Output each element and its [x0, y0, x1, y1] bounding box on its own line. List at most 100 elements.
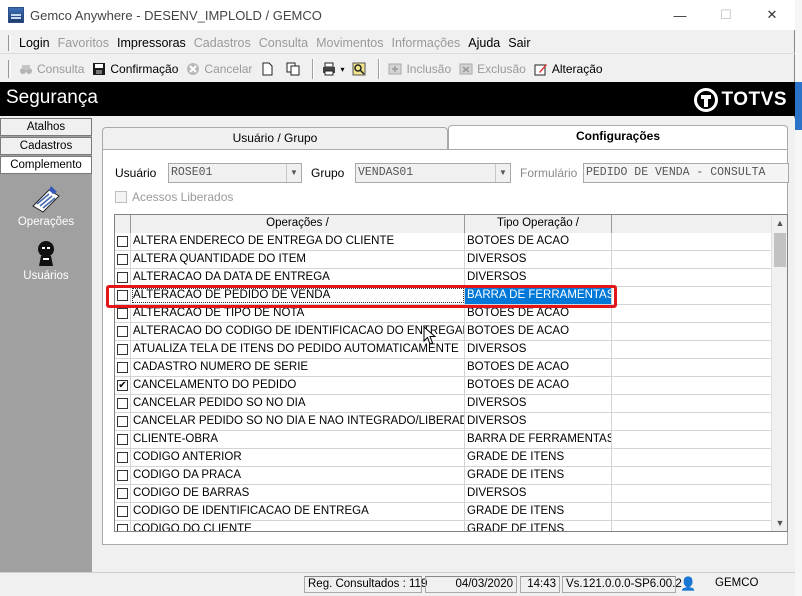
- menu-informacoes[interactable]: Informações: [388, 36, 465, 50]
- cell-tipo-operacao[interactable]: BOTOES DE ACAO: [465, 323, 612, 340]
- row-checkbox[interactable]: [117, 470, 128, 481]
- header-operacoes[interactable]: Operações /: [131, 215, 465, 233]
- cell-operacao[interactable]: ALTERA QUANTIDADE DO ITEM: [131, 251, 465, 268]
- chevron-down-icon[interactable]: ▼: [495, 164, 510, 182]
- table-row[interactable]: CODIGO DO CLIENTE GRADE DE ITENS: [115, 521, 773, 531]
- cell-operacao[interactable]: ALTERACAO DA DATA DE ENTREGA: [131, 269, 465, 286]
- row-checkbox[interactable]: [117, 524, 128, 531]
- sidebar-tab-complemento[interactable]: Complemento: [0, 156, 92, 174]
- cell-operacao[interactable]: CODIGO DE BARRAS: [131, 485, 465, 502]
- row-checkbox[interactable]: [117, 254, 128, 265]
- cancelar-button[interactable]: Cancelar: [182, 58, 256, 80]
- menu-favoritos[interactable]: Favoritos: [54, 36, 113, 50]
- table-row[interactable]: CODIGO DE IDENTIFICACAO DE ENTREGA GRADE …: [115, 503, 773, 521]
- cell-tipo-operacao[interactable]: BARRA DE FERRAMENTAS: [465, 431, 612, 448]
- cell-tipo-operacao[interactable]: GRADE DE ITENS: [465, 503, 612, 520]
- menu-ajuda[interactable]: Ajuda: [464, 36, 504, 50]
- chevron-down-icon[interactable]: ▼: [286, 164, 301, 182]
- cell-operacao[interactable]: CANCELAR PEDIDO SO NO DIA: [131, 395, 465, 412]
- tab-configuracoes[interactable]: Configurações: [448, 125, 788, 149]
- cell-operacao[interactable]: CODIGO DA PRACA: [131, 467, 465, 484]
- row-checkbox[interactable]: [117, 344, 128, 355]
- exclusao-button[interactable]: Exclusão: [455, 58, 530, 80]
- acessos-liberados-checkbox[interactable]: [115, 191, 127, 203]
- confirmacao-button[interactable]: Confirmação: [88, 58, 182, 80]
- menu-movimentos[interactable]: Movimentos: [312, 36, 387, 50]
- cell-operacao[interactable]: ALTERACAO DO CODIGO DE IDENTIFICACAO DO …: [131, 323, 465, 340]
- row-checkbox[interactable]: [117, 488, 128, 499]
- table-row[interactable]: CODIGO ANTERIOR GRADE DE ITENS: [115, 449, 773, 467]
- table-row[interactable]: CLIENTE-OBRA BARRA DE FERRAMENTAS: [115, 431, 773, 449]
- row-checkbox[interactable]: [117, 452, 128, 463]
- table-row[interactable]: CODIGO DE BARRAS DIVERSOS: [115, 485, 773, 503]
- table-row[interactable]: ALTERA ENDERECO DE ENTREGA DO CLIENTE BOT…: [115, 233, 773, 251]
- menu-login[interactable]: Login: [15, 36, 54, 50]
- minimize-button[interactable]: —: [657, 0, 703, 30]
- row-checkbox[interactable]: ✔: [117, 380, 128, 391]
- copy-button[interactable]: [282, 58, 308, 80]
- row-checkbox[interactable]: [117, 326, 128, 337]
- row-checkbox[interactable]: [117, 236, 128, 247]
- cell-tipo-operacao[interactable]: BOTOES DE ACAO: [465, 359, 612, 376]
- row-checkbox[interactable]: [117, 398, 128, 409]
- cell-tipo-operacao[interactable]: DIVERSOS: [465, 485, 612, 502]
- sidebar-item-operacoes[interactable]: Operações: [0, 184, 92, 228]
- scroll-up-icon[interactable]: ▲: [772, 215, 787, 231]
- cell-operacao[interactable]: ALTERA ENDERECO DE ENTREGA DO CLIENTE: [131, 233, 465, 250]
- sidebar-item-usuarios[interactable]: Usuários: [0, 238, 92, 282]
- cell-operacao[interactable]: CANCELAMENTO DO PEDIDO: [131, 377, 465, 394]
- menu-sair[interactable]: Sair: [504, 36, 534, 50]
- table-row[interactable]: CODIGO DA PRACA GRADE DE ITENS: [115, 467, 773, 485]
- row-checkbox[interactable]: [117, 416, 128, 427]
- table-row[interactable]: ALTERACAO DO CODIGO DE IDENTIFICACAO DO …: [115, 323, 773, 341]
- cell-operacao[interactable]: CADASTRO NUMERO DE SERIE: [131, 359, 465, 376]
- usuario-select[interactable]: ROSE01 ▼: [168, 163, 302, 183]
- scroll-down-icon[interactable]: ▼: [772, 515, 787, 531]
- grupo-select[interactable]: VENDAS01 ▼: [355, 163, 511, 183]
- cell-tipo-operacao[interactable]: DIVERSOS: [465, 251, 612, 268]
- table-row[interactable]: CANCELAR PEDIDO SO NO DIA E NAO INTEGRAD…: [115, 413, 773, 431]
- header-tipo-operacao[interactable]: Tipo Operação /: [465, 215, 612, 233]
- tab-usuario-grupo[interactable]: Usuário / Grupo: [102, 127, 448, 149]
- scroll-thumb[interactable]: [774, 233, 786, 267]
- print-button[interactable]: ▾: [318, 58, 348, 80]
- row-checkbox[interactable]: [117, 272, 128, 283]
- inclusao-button[interactable]: Inclusão: [384, 58, 455, 80]
- table-row[interactable]: CADASTRO NUMERO DE SERIE BOTOES DE ACAO: [115, 359, 773, 377]
- maximize-button[interactable]: ☐: [703, 0, 749, 30]
- cell-operacao[interactable]: ATUALIZA TELA DE ITENS DO PEDIDO AUTOMAT…: [131, 341, 465, 358]
- row-checkbox[interactable]: [117, 434, 128, 445]
- menu-impressoras[interactable]: Impressoras: [113, 36, 190, 50]
- close-button[interactable]: ✕: [749, 0, 795, 30]
- cell-tipo-operacao[interactable]: BOTOES DE ACAO: [465, 377, 612, 394]
- alteracao-button[interactable]: Alteração: [530, 58, 607, 80]
- cell-tipo-operacao[interactable]: DIVERSOS: [465, 413, 612, 430]
- cell-operacao[interactable]: CODIGO DO CLIENTE: [131, 521, 465, 531]
- header-checkbox-column[interactable]: [115, 215, 131, 233]
- table-row[interactable]: ATUALIZA TELA DE ITENS DO PEDIDO AUTOMAT…: [115, 341, 773, 359]
- sidebar-tab-atalhos[interactable]: Atalhos: [0, 118, 92, 136]
- cell-tipo-operacao[interactable]: DIVERSOS: [465, 269, 612, 286]
- cell-operacao[interactable]: CANCELAR PEDIDO SO NO DIA E NAO INTEGRAD…: [131, 413, 465, 430]
- row-checkbox[interactable]: [117, 308, 128, 319]
- sidebar-tab-cadastros[interactable]: Cadastros: [0, 137, 92, 155]
- new-document-button[interactable]: [256, 58, 282, 80]
- cell-tipo-operacao[interactable]: GRADE DE ITENS: [465, 467, 612, 484]
- cell-tipo-operacao[interactable]: GRADE DE ITENS: [465, 521, 612, 531]
- cell-tipo-operacao[interactable]: DIVERSOS: [465, 395, 612, 412]
- formulario-field[interactable]: PEDIDO DE VENDA - CONSULTA: [583, 163, 789, 183]
- row-checkbox[interactable]: [117, 506, 128, 517]
- cell-tipo-operacao[interactable]: BOTOES DE ACAO: [465, 233, 612, 250]
- table-row[interactable]: ALTERA QUANTIDADE DO ITEM DIVERSOS: [115, 251, 773, 269]
- menu-consulta[interactable]: Consulta: [255, 36, 312, 50]
- table-row[interactable]: CANCELAR PEDIDO SO NO DIA DIVERSOS: [115, 395, 773, 413]
- find-button[interactable]: [348, 58, 374, 80]
- vertical-scrollbar[interactable]: ▲ ▼: [771, 215, 787, 531]
- cell-tipo-operacao[interactable]: DIVERSOS: [465, 341, 612, 358]
- cell-operacao[interactable]: CODIGO ANTERIOR: [131, 449, 465, 466]
- menu-cadastros[interactable]: Cadastros: [190, 36, 255, 50]
- consulta-button[interactable]: Consulta: [15, 58, 88, 80]
- cell-operacao[interactable]: CODIGO DE IDENTIFICACAO DE ENTREGA: [131, 503, 465, 520]
- row-checkbox[interactable]: [117, 362, 128, 373]
- cell-operacao[interactable]: CLIENTE-OBRA: [131, 431, 465, 448]
